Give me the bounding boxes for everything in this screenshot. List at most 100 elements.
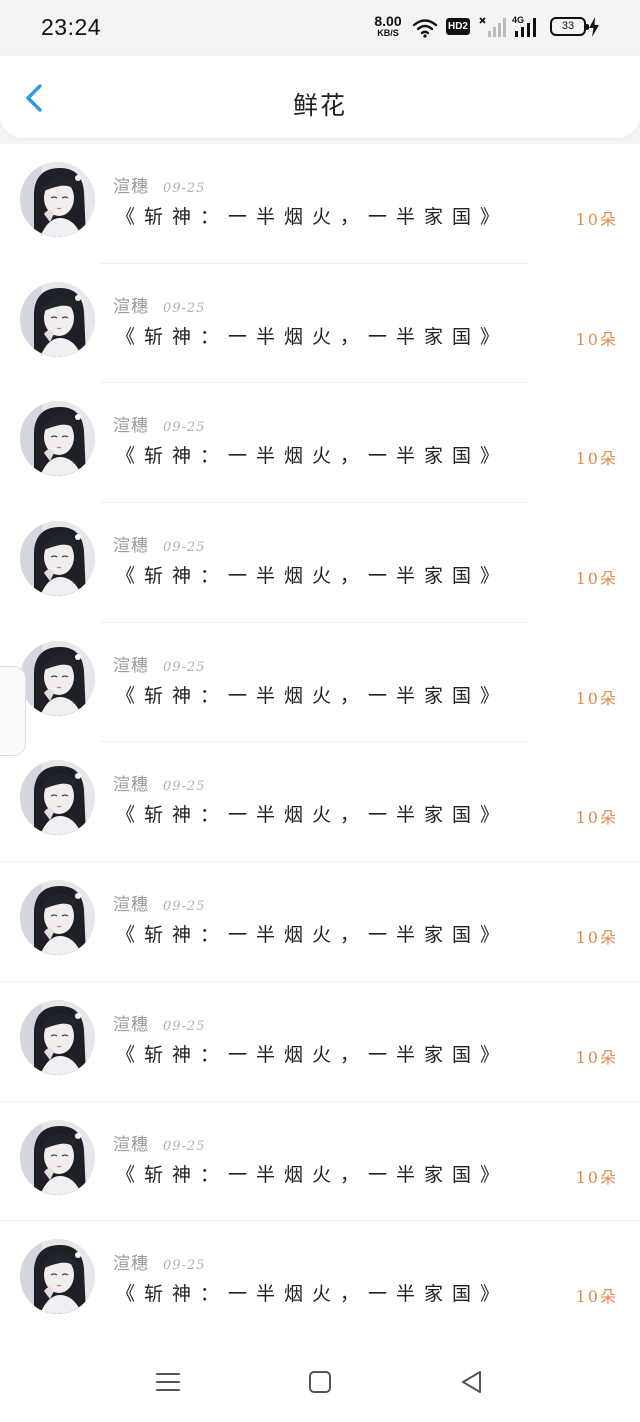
home-square-icon[interactable] <box>306 1368 334 1396</box>
item-meta: 渲穗 09-25 <box>113 890 205 915</box>
item-date: 09-25 <box>163 899 206 915</box>
list-item[interactable]: 渲穗 09-25 《斩神：一半烟火，一半家国》 10朵 <box>0 144 640 264</box>
sender-name: 渲穗 <box>113 1014 149 1035</box>
network-speed-value: 8.00 <box>374 13 402 29</box>
avatar[interactable] <box>20 401 95 477</box>
item-date: 09-25 <box>163 540 206 556</box>
list-item[interactable]: 渲穗 09-25 《斩神：一半烟火，一半家国》 10朵 <box>0 503 640 623</box>
sender-name: 渲穗 <box>113 416 149 437</box>
signal-4g-icon: 4G <box>512 15 536 37</box>
signal-off-icon <box>479 17 506 37</box>
avatar-image <box>20 521 95 597</box>
network-type-label: 4G <box>512 15 524 25</box>
item-meta: 渲穗 09-25 <box>113 770 205 795</box>
avatar[interactable] <box>20 521 95 597</box>
sender-name: 渲穗 <box>113 895 149 916</box>
list-item[interactable]: 渲穗 09-25 《斩神：一半烟火，一半家国》 10朵 <box>0 1221 640 1341</box>
avatar[interactable] <box>20 760 95 836</box>
flower-list: 渲穗 09-25 《斩神：一半烟火，一半家国》 10朵 渲穗 09-25 《斩神：一… <box>0 144 640 1341</box>
avatar[interactable] <box>20 281 95 357</box>
avatar[interactable] <box>20 880 95 956</box>
flower-count: 10朵 <box>575 449 618 469</box>
charging-icon <box>589 17 599 37</box>
item-meta: 渲穗 09-25 <box>113 292 205 317</box>
sender-name: 渲穗 <box>113 296 149 317</box>
battery-icon: 33 <box>550 17 589 36</box>
avatar-image <box>20 999 95 1075</box>
item-date: 09-25 <box>163 300 206 316</box>
list-item[interactable]: 渲穗 09-25 《斩神：一半烟火，一半家国》 10朵 <box>0 623 640 743</box>
item-meta: 渲穗 09-25 <box>113 651 205 676</box>
wifi-icon <box>412 19 438 38</box>
item-date: 09-25 <box>163 1138 206 1154</box>
item-date: 09-25 <box>163 181 206 196</box>
avatar[interactable] <box>20 1239 95 1315</box>
list-item[interactable]: 渲穗 09-25 《斩神：一半烟火，一半家国》 10朵 <box>0 862 640 982</box>
menu-icon[interactable] <box>154 1368 182 1396</box>
sender-name: 渲穗 <box>113 177 149 197</box>
book-title: 《斩神：一半烟火，一半家国》 <box>116 206 509 228</box>
book-title: 《斩神：一半烟火，一半家国》 <box>116 684 509 707</box>
item-meta: 渲穗 09-25 <box>113 1249 205 1274</box>
sender-name: 渲穗 <box>113 1254 149 1275</box>
book-title: 《斩神：一半烟火，一半家国》 <box>116 565 509 588</box>
item-meta: 渲穗 09-25 <box>113 172 205 197</box>
flower-count: 10朵 <box>575 688 618 708</box>
side-drawer-handle[interactable] <box>0 666 26 756</box>
item-meta: 渲穗 09-25 <box>113 1010 205 1035</box>
book-title: 《斩神：一半烟火，一半家国》 <box>116 1283 509 1306</box>
list-item[interactable]: 渲穗 09-25 《斩神：一半烟火，一半家国》 10朵 <box>0 264 640 384</box>
avatar[interactable] <box>20 999 95 1075</box>
flower-count: 10朵 <box>575 808 618 828</box>
list-item[interactable]: 渲穗 09-25 《斩神：一半烟火，一半家国》 10朵 <box>0 383 640 504</box>
book-title: 《斩神：一半烟火，一半家国》 <box>116 1043 509 1066</box>
flower-count: 10朵 <box>575 1287 618 1307</box>
item-meta: 渲穗 09-25 <box>113 411 205 436</box>
flower-count: 10朵 <box>575 329 618 349</box>
back-triangle-icon[interactable] <box>458 1368 486 1396</box>
flower-count: 10朵 <box>575 210 618 229</box>
book-title: 《斩神：一半烟火，一半家国》 <box>116 804 509 827</box>
avatar-image <box>20 401 95 477</box>
network-speed: 8.00 KB/S <box>370 14 406 38</box>
flower-count: 10朵 <box>575 928 618 948</box>
book-title: 《斩神：一半烟火，一半家国》 <box>116 325 509 348</box>
sender-name: 渲穗 <box>113 1134 149 1155</box>
avatar[interactable] <box>20 162 95 237</box>
hd-voice-icon: HD2 <box>446 18 470 35</box>
sender-name: 渲穗 <box>113 775 149 796</box>
item-date: 09-25 <box>163 1258 206 1274</box>
book-title: 《斩神：一半烟火，一半家国》 <box>116 924 509 947</box>
avatar-image <box>20 640 95 716</box>
item-meta: 渲穗 09-25 <box>113 531 205 556</box>
page-title: 鲜花 <box>292 91 347 120</box>
network-speed-unit: KB/S <box>377 28 399 38</box>
item-date: 09-25 <box>163 779 206 795</box>
flower-count: 10朵 <box>575 569 618 589</box>
sender-name: 渲穗 <box>113 536 149 557</box>
flower-count: 10朵 <box>575 1047 618 1067</box>
item-meta: 渲穗 09-25 <box>113 1130 205 1155</box>
flower-count: 10朵 <box>575 1167 618 1187</box>
status-time: 23:24 <box>41 14 102 40</box>
status-bar: 23:24 8.00 KB/S HD2 4G 33 <box>0 0 640 56</box>
avatar-image <box>20 162 95 237</box>
avatar-image <box>20 760 95 836</box>
avatar[interactable] <box>20 640 95 716</box>
avatar-image <box>20 1119 95 1195</box>
sender-name: 渲穗 <box>113 655 149 676</box>
list-item[interactable]: 渲穗 09-25 《斩神：一半烟火，一半家国》 10朵 <box>0 1102 640 1222</box>
item-date: 09-25 <box>163 420 206 436</box>
item-date: 09-25 <box>163 659 206 675</box>
avatar-image <box>20 880 95 956</box>
book-title: 《斩神：一半烟火，一半家国》 <box>116 1163 509 1186</box>
book-title: 《斩神：一半烟火，一半家国》 <box>116 445 509 468</box>
avatar[interactable] <box>20 1119 95 1195</box>
avatar-image <box>20 1239 95 1315</box>
list-item[interactable]: 渲穗 09-25 《斩神：一半烟火，一半家国》 10朵 <box>0 982 640 1102</box>
system-nav-bar <box>0 1340 640 1422</box>
list-item[interactable]: 渲穗 09-25 《斩神：一半烟火，一半家国》 10朵 <box>0 742 640 863</box>
header: 鲜花 <box>0 56 640 138</box>
item-date: 09-25 <box>163 1018 206 1034</box>
avatar-image <box>20 281 95 357</box>
